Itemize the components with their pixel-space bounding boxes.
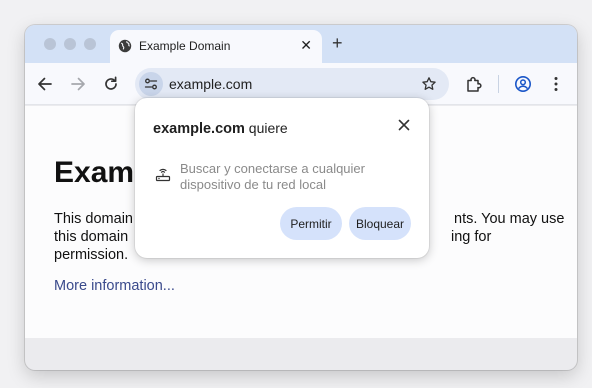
tune-icon bbox=[144, 78, 158, 90]
url-text[interactable]: example.com bbox=[169, 76, 252, 92]
more-menu-icon[interactable] bbox=[546, 74, 566, 94]
block-button[interactable]: Bloquear bbox=[349, 207, 411, 240]
address-bar[interactable]: example.com bbox=[135, 68, 449, 100]
window-maximize-button[interactable] bbox=[84, 38, 96, 50]
extensions-puzzle-icon[interactable] bbox=[464, 74, 484, 94]
site-info-button[interactable] bbox=[139, 72, 163, 96]
globe-icon bbox=[118, 39, 132, 53]
prompt-site: example.com bbox=[153, 121, 245, 137]
bookmark-star-icon[interactable] bbox=[421, 76, 437, 92]
tab-strip: Example Domain ✕ + bbox=[25, 25, 577, 63]
permission-prompt: example.com quiere Buscar y conectarse a… bbox=[135, 98, 429, 258]
allow-button[interactable]: Permitir bbox=[280, 207, 342, 240]
more-information-link[interactable]: More information... bbox=[54, 278, 175, 294]
window-minimize-button[interactable] bbox=[64, 38, 76, 50]
prompt-header: example.com quiere bbox=[153, 120, 288, 137]
tab-example-domain[interactable]: Example Domain ✕ bbox=[110, 30, 322, 63]
reload-icon[interactable] bbox=[101, 74, 121, 94]
toolbar-separator bbox=[498, 75, 499, 93]
local-network-icon bbox=[155, 168, 171, 182]
tab-title: Example Domain bbox=[139, 39, 231, 53]
close-icon[interactable] bbox=[397, 118, 411, 132]
tab-close-icon[interactable]: ✕ bbox=[300, 36, 312, 54]
profile-avatar-icon[interactable] bbox=[513, 74, 533, 94]
prompt-verb: quiere bbox=[248, 120, 288, 136]
back-arrow-icon[interactable] bbox=[35, 74, 55, 94]
window-close-button[interactable] bbox=[44, 38, 56, 50]
new-tab-button[interactable]: + bbox=[332, 33, 343, 53]
forward-arrow-icon[interactable] bbox=[68, 74, 88, 94]
permission-description: Buscar y conectarse a cualquier disposit… bbox=[180, 161, 365, 192]
